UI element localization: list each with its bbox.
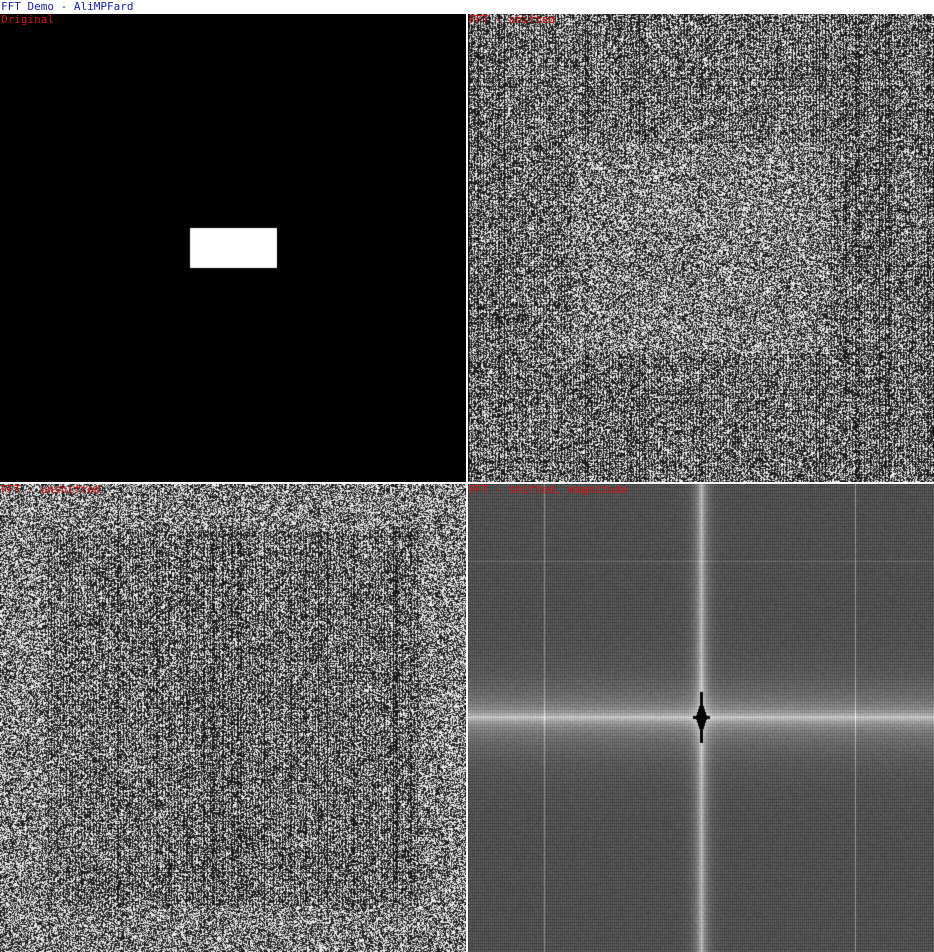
fft-shifted-canvas: [468, 14, 934, 482]
window-title: FFT Demo - AliMPFard: [0, 0, 934, 14]
panel-label-fft-unshifted: FFT - unshifted: [1, 484, 101, 496]
fft-unshifted-panel: FFT - unshifted: [0, 484, 466, 952]
original-image-canvas: [0, 14, 466, 482]
fft-unshifted-canvas: [0, 484, 466, 952]
original-image-panel: Original: [0, 14, 466, 482]
panel-label-original: Original: [1, 14, 54, 26]
fft-shifted-panel: FFT - shifted: [468, 14, 934, 482]
fft-magnitude-panel: FFT - shifted, magnitude: [468, 484, 934, 952]
fft-magnitude-canvas: [468, 484, 934, 952]
panel-divider-horizontal: [0, 482, 934, 484]
panel-label-fft-magnitude: FFT - shifted, magnitude: [469, 484, 628, 496]
panel-label-fft-shifted: FFT - shifted: [469, 14, 556, 26]
